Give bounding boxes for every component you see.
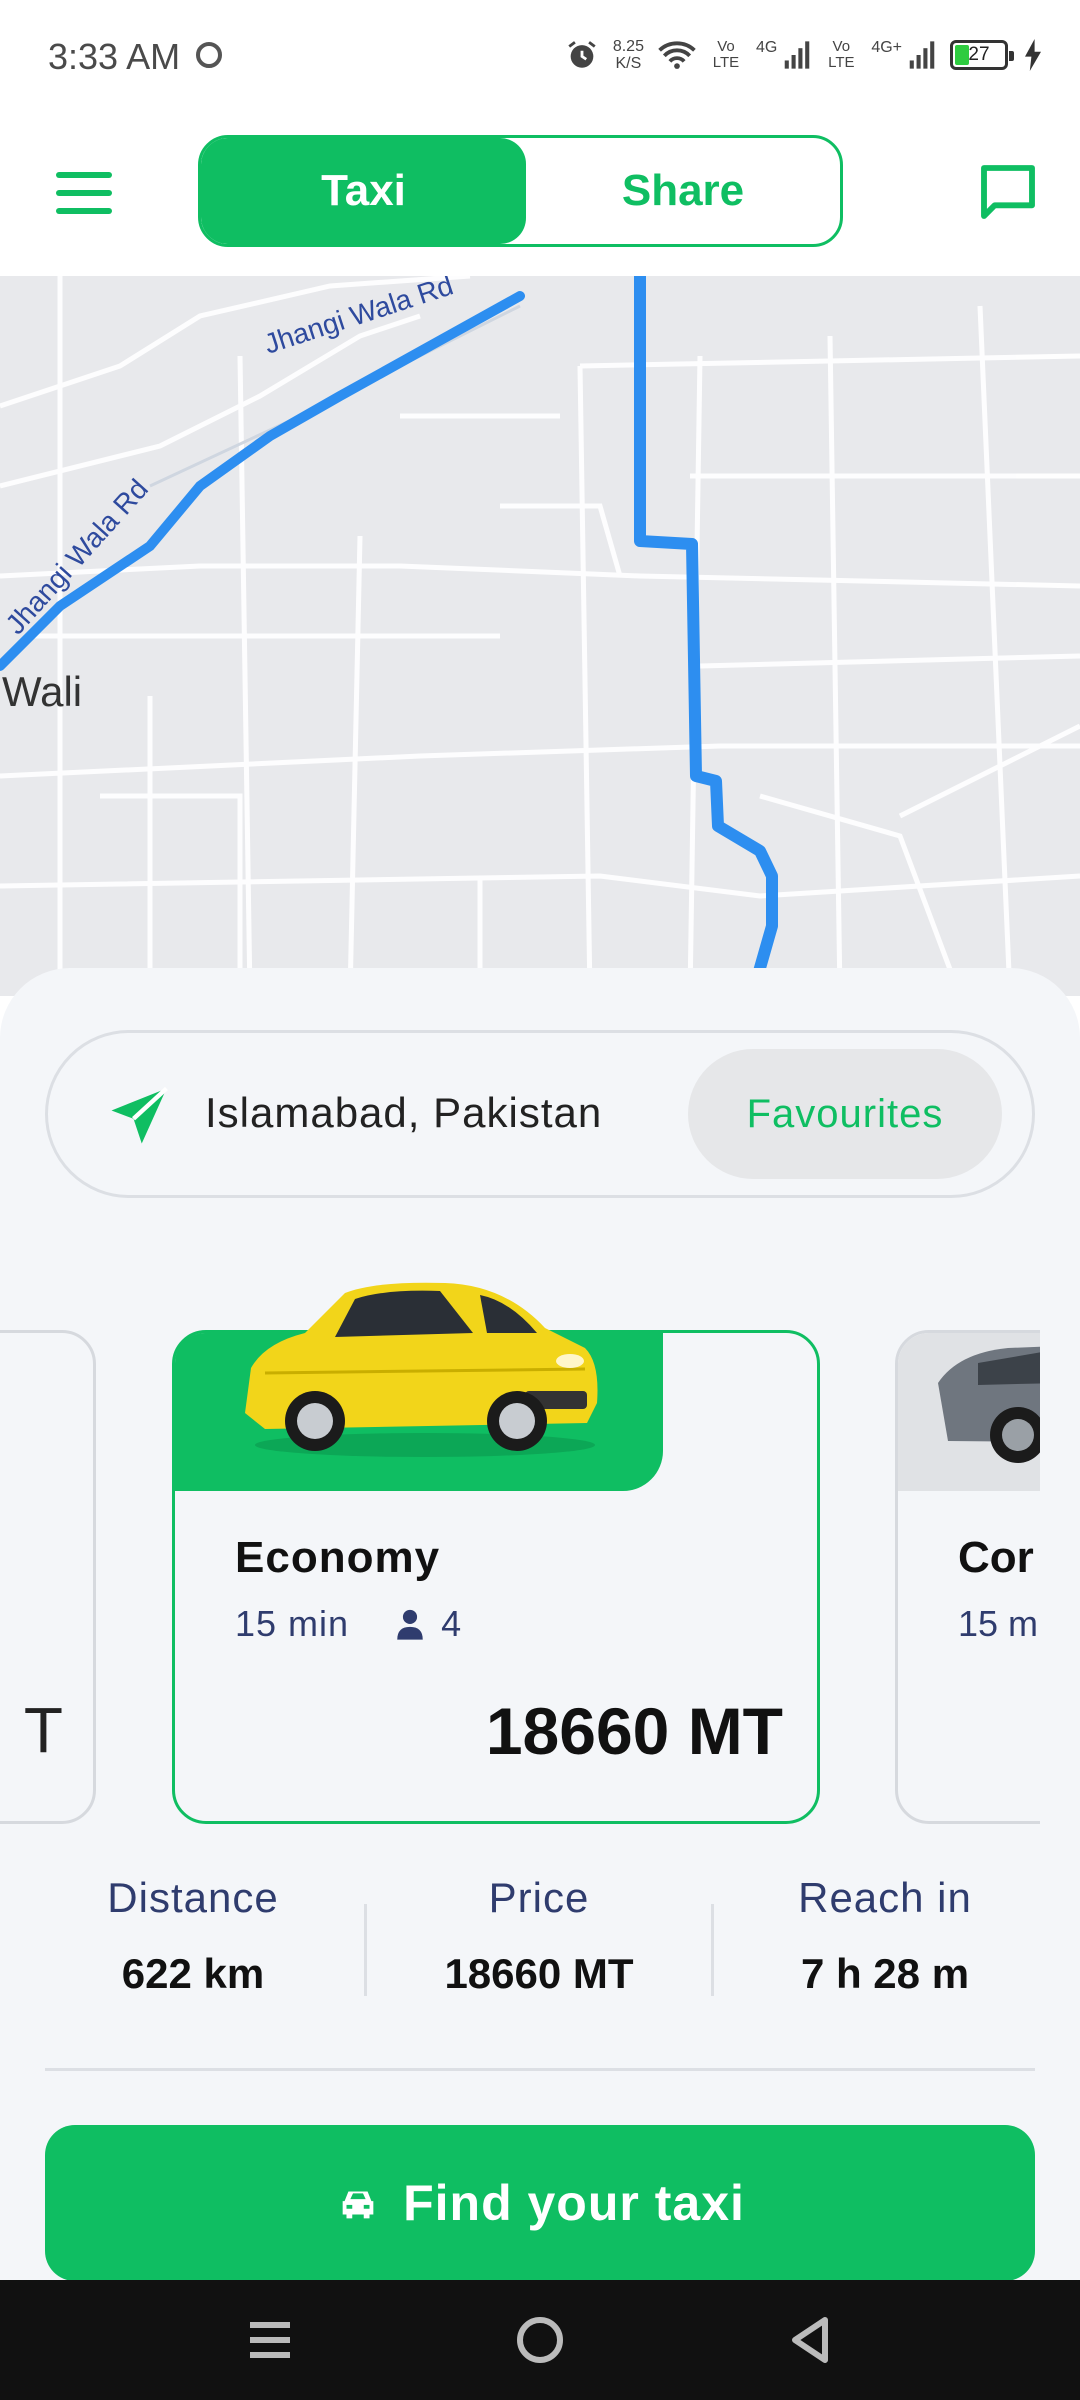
vehicle-eta: 15 min [235, 1603, 350, 1644]
map-place-label: Wali [2, 668, 83, 715]
person-icon [397, 1609, 423, 1640]
charging-icon [1025, 39, 1041, 71]
home-icon[interactable] [510, 2310, 570, 2370]
stat-value: 7 h 28 m [800, 1950, 970, 1997]
vehicle-price: T [23, 1694, 63, 1766]
battery-icon: 27 [950, 40, 1014, 70]
signal-tag-1: 4G [755, 39, 778, 56]
map-canvas: Jhangi Wala Rd Jhangi Wala Rd [0, 276, 1080, 996]
recent-apps-icon[interactable] [240, 2310, 300, 2370]
stat-value: 622 km [121, 1950, 265, 1997]
vehicle-price: 18660 MT [485, 1694, 783, 1768]
battery-level: 27 [968, 44, 990, 65]
vehicle-card[interactable]: T [0, 1330, 96, 1824]
trip-stats: Distance 622 km Price 18660 MT Reach in … [0, 1874, 1080, 2014]
vehicle-title: Economy [235, 1533, 441, 1582]
mode-toggle: Taxi Share [198, 135, 843, 247]
find-taxi-button[interactable]: Find your taxi [45, 2125, 1035, 2281]
stat-value: 18660 MT [444, 1950, 634, 1997]
location-search-bar[interactable]: Islamabad, Pakistan Favourites [45, 1030, 1035, 1198]
alarm-icon [568, 41, 596, 68]
stat-label: Price [488, 1874, 590, 1921]
grey-car-image [938, 1346, 1040, 1463]
status-icons: 8.25 K/S Vo LTE 4G Vo LTE 4G+ 27 [565, 30, 1044, 80]
app-header: Taxi Share [0, 110, 1080, 276]
volte-label-2: Vo LTE [828, 38, 855, 71]
navigation-send-icon [111, 1086, 168, 1144]
taxi-icon [342, 2191, 374, 2219]
bottom-sheet: Islamabad, Pakistan Favourites T Economy [0, 968, 1080, 2281]
status-time: 3:33 AM [48, 36, 181, 77]
yellow-car-image [245, 1282, 598, 1457]
map-view[interactable]: Jhangi Wala Rd Jhangi Wala Rd Wali [0, 276, 1080, 996]
find-taxi-label: Find your taxi [403, 2175, 745, 2231]
favourites-button[interactable]: Favourites [688, 1049, 1002, 1179]
stat-reach-in: Reach in 7 h 28 m [720, 1874, 1050, 1998]
signal-icon [785, 41, 810, 69]
stat-label: Distance [107, 1874, 279, 1921]
stat-divider [364, 1904, 367, 1996]
wifi-icon [658, 41, 696, 69]
stat-divider [711, 1904, 714, 1996]
system-nav-bar [0, 2280, 1080, 2400]
vehicle-eta: 15 m [958, 1603, 1039, 1644]
notification-icon [196, 42, 222, 68]
tab-taxi[interactable]: Taxi [201, 138, 526, 244]
vehicle-carousel[interactable]: T Economy 15 min 4 18660 MT Cor 15 m [0, 1268, 1040, 1828]
location-input[interactable]: Islamabad, Pakistan [205, 1089, 602, 1137]
vehicle-card-selected[interactable]: Economy 15 min 4 18660 MT [172, 1282, 820, 1824]
vehicle-seats: 4 [441, 1603, 463, 1644]
stat-price: Price 18660 MT [374, 1874, 704, 1998]
vehicle-title: Cor [958, 1533, 1034, 1582]
hamburger-icon[interactable] [56, 172, 112, 214]
signal-icon [909, 41, 935, 69]
stat-label: Reach in [798, 1874, 972, 1921]
chat-icon[interactable] [976, 160, 1040, 224]
vehicle-meta: 15 min 4 [235, 1603, 462, 1645]
stat-distance: Distance 622 km [28, 1874, 358, 1998]
tab-share[interactable]: Share [526, 138, 840, 244]
vehicle-card[interactable]: Cor 15 m [895, 1330, 1040, 1824]
net-speed: 8.25 K/S [612, 38, 644, 72]
divider [45, 2068, 1035, 2071]
signal-tag-2: 4G+ [871, 39, 902, 56]
volte-label-1: Vo LTE [712, 38, 740, 71]
status-bar: 3:33 AM 8.25 K/S Vo LTE 4G Vo LTE 4G+ 27 [0, 0, 1080, 110]
back-icon[interactable] [780, 2310, 840, 2370]
